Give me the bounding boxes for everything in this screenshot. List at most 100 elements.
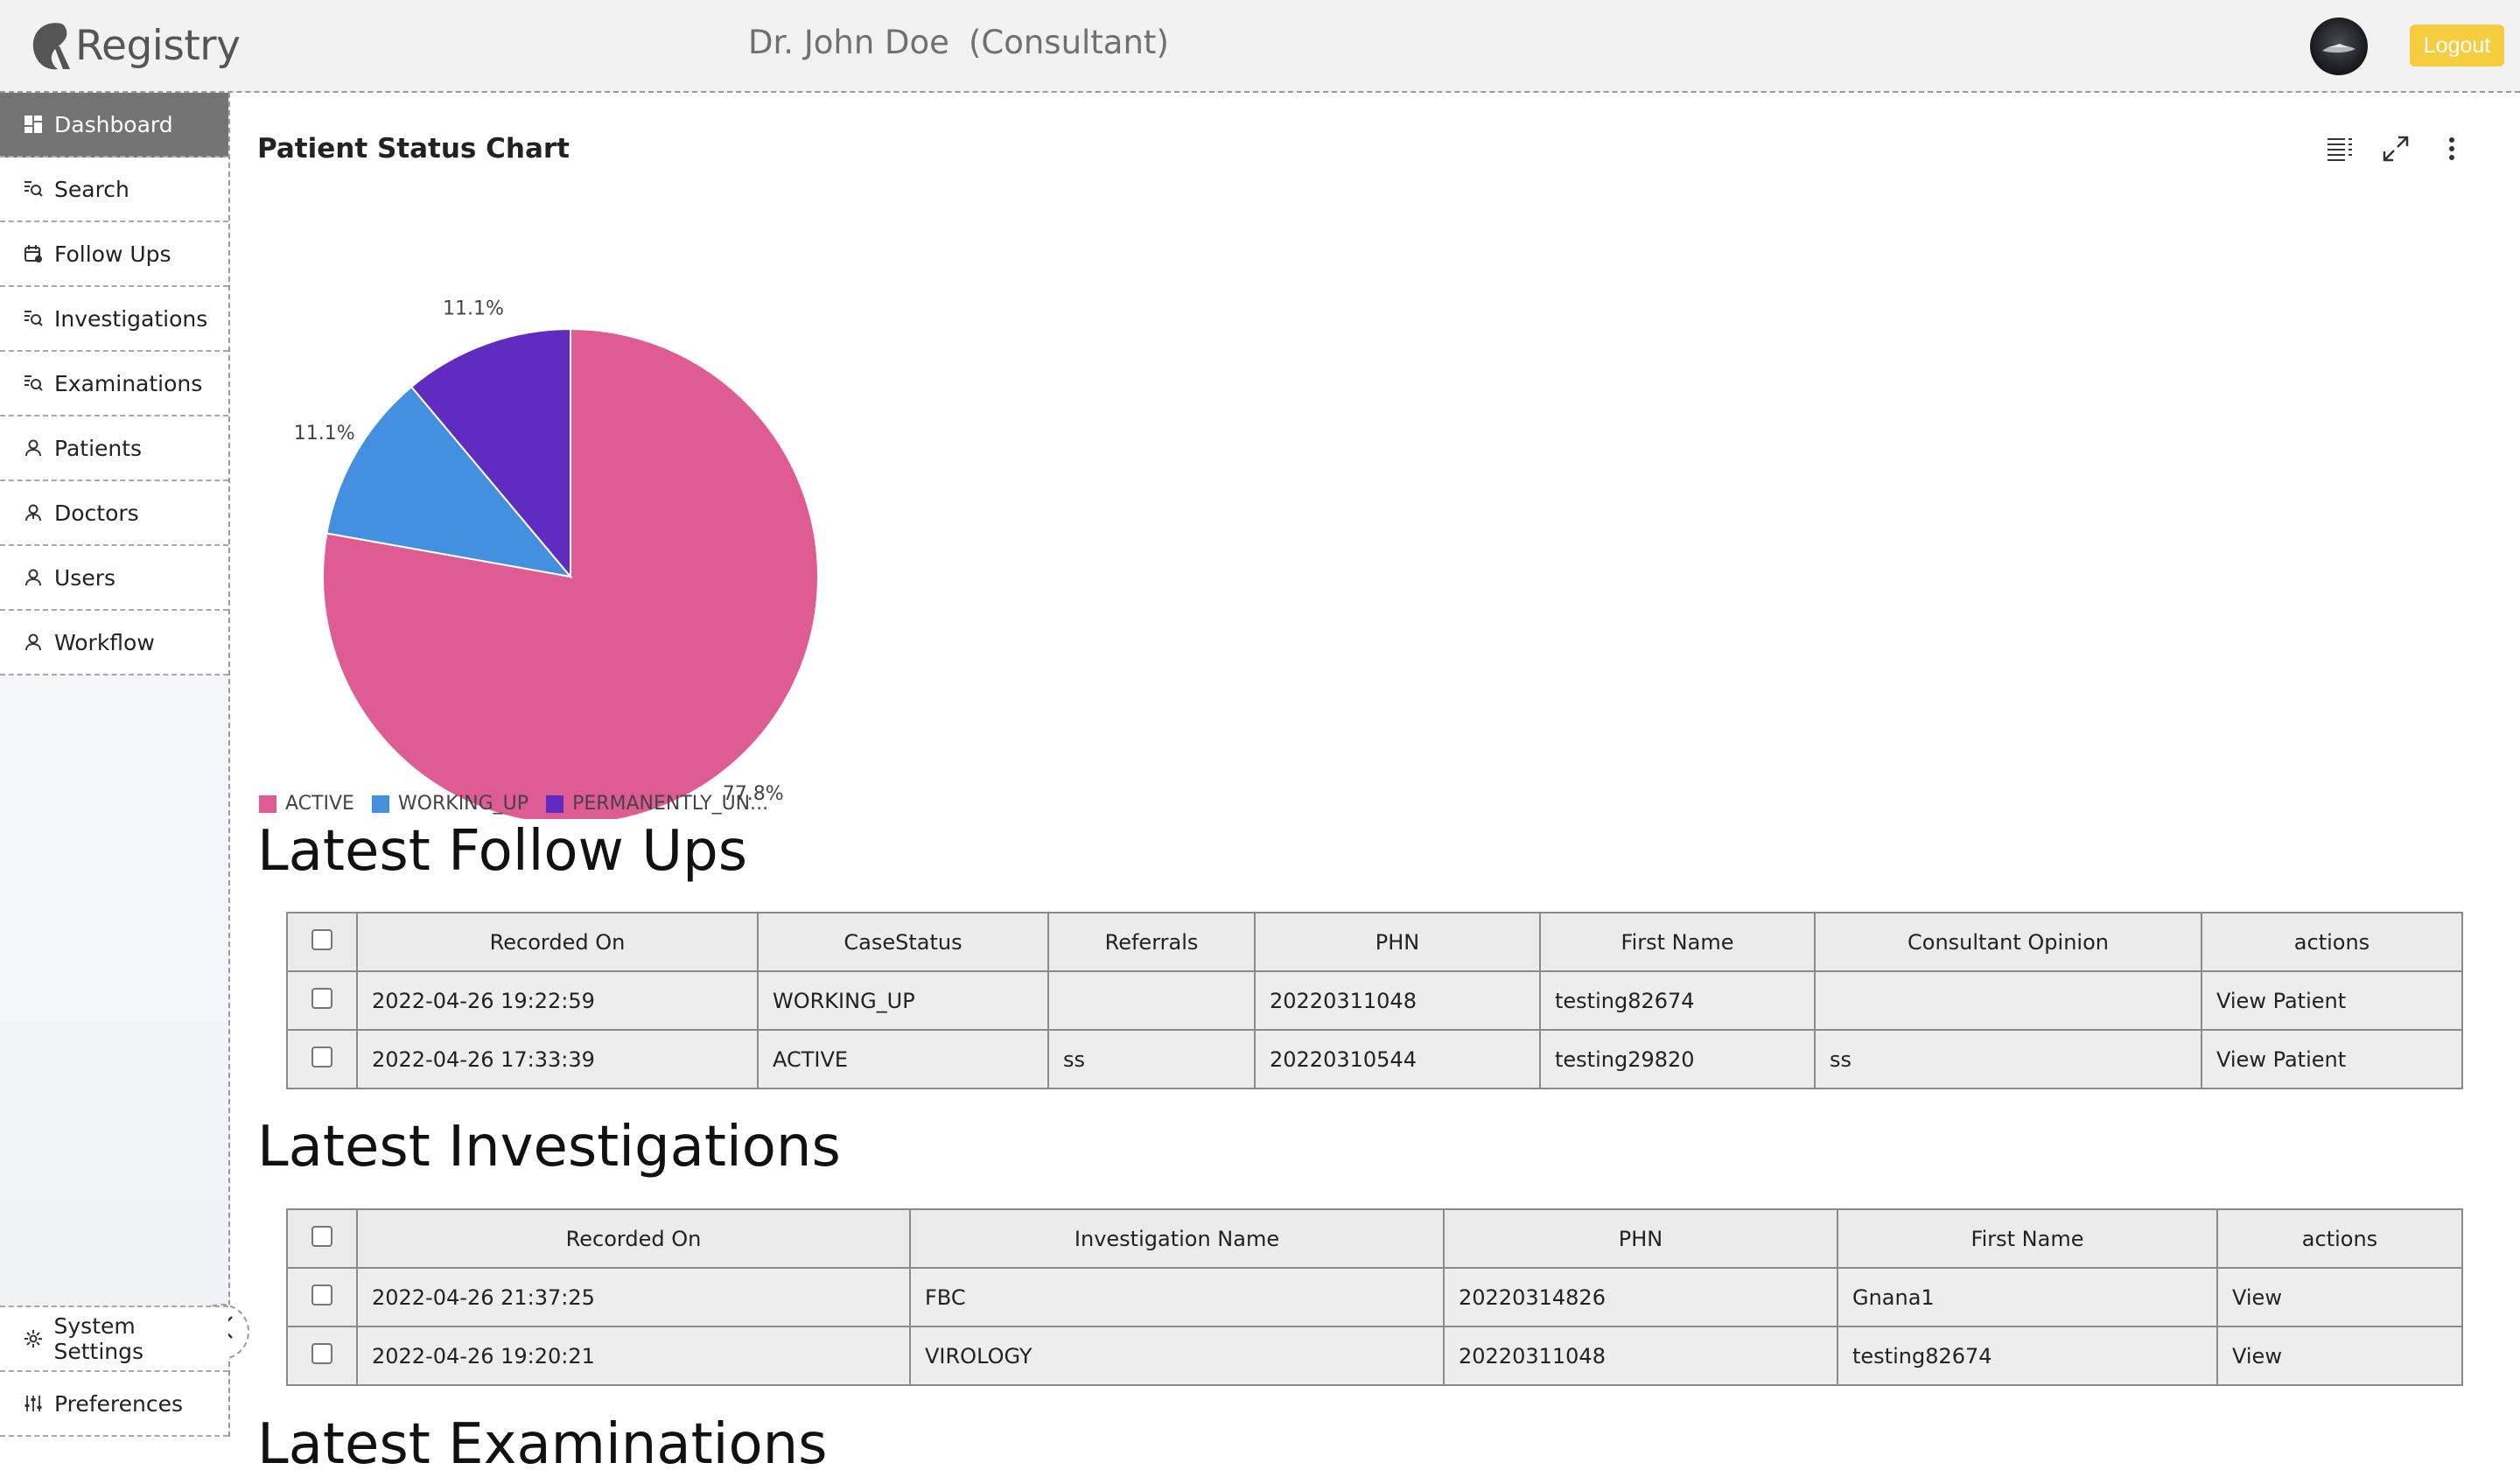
sidebar-item-follow-ups[interactable]: Follow Ups bbox=[0, 222, 228, 287]
table-row: 2022-04-26 19:22:59 WORKING_UP 202203110… bbox=[286, 970, 2463, 1031]
user-icon bbox=[23, 438, 44, 458]
avatar[interactable] bbox=[2310, 18, 2368, 75]
table-header-row: Recorded On CaseStatus Referrals PHN Fir… bbox=[286, 912, 2463, 972]
legend-label: WORKING_UP bbox=[397, 793, 529, 815]
legend-label: ACTIVE bbox=[285, 793, 354, 815]
main-content: Patient Status Chart 77.8% 11.1% 11.1% ACT… bbox=[231, 93, 2520, 1477]
cell-recorded-on: 2022-04-26 19:20:21 bbox=[356, 1326, 911, 1386]
section-title-investigations: Latest Investigations bbox=[257, 1115, 841, 1180]
section-title-follow-ups: Latest Follow Ups bbox=[257, 819, 748, 884]
column-header[interactable]: Consultant Opinion bbox=[1814, 912, 2202, 972]
cell-first-name: testing82674 bbox=[1837, 1326, 2218, 1386]
sidebar-item-examinations[interactable]: Examinations bbox=[0, 352, 228, 416]
view-patient-link[interactable]: View Patient bbox=[2201, 1029, 2463, 1089]
doctor-name: Dr. John Doe bbox=[748, 24, 949, 61]
pie-data-label: 11.1% bbox=[294, 423, 355, 444]
table-row: 2022-04-26 21:37:25 FBC 20220314826 Gnan… bbox=[286, 1267, 2463, 1327]
column-header[interactable]: Recorded On bbox=[356, 1208, 911, 1269]
current-user-info: Dr. John Doe (Consultant) bbox=[748, 24, 1169, 61]
column-header[interactable]: PHN bbox=[1443, 1208, 1838, 1269]
sidebar-item-label: Doctors bbox=[54, 500, 139, 526]
sidebar-item-dashboard[interactable]: Dashboard bbox=[0, 93, 228, 158]
gear-icon bbox=[23, 1328, 44, 1349]
sidebar-item-users[interactable]: Users bbox=[0, 546, 228, 611]
row-checkbox[interactable] bbox=[312, 987, 332, 1009]
row-checkbox[interactable] bbox=[312, 1342, 332, 1364]
row-checkbox[interactable] bbox=[312, 1284, 332, 1306]
row-select-cell bbox=[286, 1029, 358, 1089]
column-header[interactable]: Recorded On bbox=[356, 912, 759, 972]
cell-phn: 20220314826 bbox=[1443, 1267, 1838, 1327]
legend-item-active[interactable]: ACTIVE bbox=[259, 793, 354, 815]
doctor-role: (Consultant) bbox=[968, 24, 1169, 61]
sidebar-item-doctors[interactable]: Doctors bbox=[0, 481, 228, 546]
column-header[interactable]: First Name bbox=[1539, 912, 1816, 972]
more-vertical-icon[interactable] bbox=[2436, 133, 2468, 164]
sidebar-item-label: Investigations bbox=[54, 305, 208, 332]
column-header[interactable]: PHN bbox=[1254, 912, 1541, 972]
logout-button[interactable]: Logout bbox=[2410, 24, 2504, 66]
view-link[interactable]: View bbox=[2216, 1267, 2463, 1327]
cell-referrals bbox=[1047, 970, 1256, 1031]
select-all-cell bbox=[286, 1208, 358, 1269]
cell-recorded-on: 2022-04-26 21:37:25 bbox=[356, 1267, 911, 1327]
cell-investigation-name: VIROLOGY bbox=[909, 1326, 1445, 1386]
sidebar-item-workflow[interactable]: Workflow bbox=[0, 611, 228, 676]
menu-list-icon[interactable] bbox=[2324, 133, 2356, 164]
sidebar-item-label: Dashboard bbox=[54, 111, 173, 137]
table-row: 2022-04-26 17:33:39 ACTIVE ss 2022031054… bbox=[286, 1029, 2463, 1089]
view-patient-link[interactable]: View Patient bbox=[2201, 970, 2463, 1031]
sidebar-item-label: Follow Ups bbox=[54, 241, 172, 267]
kidney-logo-icon bbox=[28, 20, 75, 71]
cell-recorded-on: 2022-04-26 19:22:59 bbox=[356, 970, 759, 1031]
row-checkbox[interactable] bbox=[312, 1046, 332, 1068]
column-header[interactable]: First Name bbox=[1837, 1208, 2218, 1269]
cell-case-status: WORKING_UP bbox=[757, 970, 1049, 1031]
app-name: Registry bbox=[75, 21, 241, 70]
column-header[interactable]: Investigation Name bbox=[909, 1208, 1445, 1269]
column-header[interactable]: actions bbox=[2216, 1208, 2463, 1269]
column-header[interactable]: actions bbox=[2201, 912, 2463, 972]
sidebar-item-label: Search bbox=[54, 176, 130, 202]
cell-case-status: ACTIVE bbox=[757, 1029, 1049, 1089]
sidebar-item-label: Users bbox=[54, 564, 116, 591]
search-list-icon bbox=[23, 178, 44, 200]
cell-consultant-opinion: ss bbox=[1814, 1029, 2202, 1089]
legend-swatch bbox=[546, 794, 564, 813]
cell-recorded-on: 2022-04-26 17:33:39 bbox=[356, 1029, 759, 1089]
legend-label: PERMANENTLY_UN... bbox=[572, 793, 769, 815]
table-row: 2022-04-26 19:20:21 VIROLOGY 20220311048… bbox=[286, 1326, 2463, 1386]
select-all-checkbox[interactable] bbox=[312, 1225, 332, 1247]
legend-item-permanently[interactable]: PERMANENTLY_UN... bbox=[546, 793, 768, 815]
expand-icon[interactable] bbox=[2380, 133, 2412, 164]
search-list-icon bbox=[23, 308, 44, 329]
sidebar-item-label: System Settings bbox=[53, 1313, 144, 1364]
legend-item-working-up[interactable]: WORKING_UP bbox=[371, 793, 529, 815]
chart-legend: ACTIVE WORKING_UP PERMANENTLY_UN... bbox=[259, 793, 768, 815]
sidebar-item-search[interactable]: Search bbox=[0, 158, 228, 222]
followups-table: Recorded On CaseStatus Referrals PHN Fir… bbox=[286, 912, 2463, 1089]
investigations-table: Recorded On Investigation Name PHN First… bbox=[286, 1208, 2463, 1386]
row-select-cell bbox=[286, 1267, 358, 1327]
sidebar-item-preferences[interactable]: Preferences bbox=[0, 1372, 228, 1437]
sidebar-item-label: Workflow bbox=[54, 629, 155, 655]
app-logo[interactable]: Registry bbox=[28, 18, 241, 74]
sidebar-item-investigations[interactable]: Investigations bbox=[0, 287, 228, 352]
sidebar-item-patients[interactable]: Patients bbox=[0, 416, 228, 481]
legend-swatch bbox=[259, 794, 276, 813]
cell-investigation-name: FBC bbox=[909, 1267, 1445, 1327]
view-link[interactable]: View bbox=[2216, 1326, 2463, 1386]
pie-data-label: 11.1% bbox=[443, 298, 504, 320]
column-header[interactable]: Referrals bbox=[1047, 912, 1256, 972]
column-header[interactable]: CaseStatus bbox=[757, 912, 1049, 972]
search-list-icon bbox=[23, 373, 44, 394]
select-all-checkbox[interactable] bbox=[312, 928, 332, 950]
cell-phn: 20220311048 bbox=[1254, 970, 1541, 1031]
sidebar-item-system-settings[interactable]: System Settings bbox=[0, 1307, 228, 1372]
cell-phn: 20220311048 bbox=[1443, 1326, 1838, 1386]
chart-toolbar bbox=[2324, 133, 2468, 164]
row-select-cell bbox=[286, 1326, 358, 1386]
pie-chart: 77.8%11.1%11.1% bbox=[294, 298, 819, 819]
cell-first-name: Gnana1 bbox=[1837, 1267, 2218, 1327]
table-header-row: Recorded On Investigation Name PHN First… bbox=[286, 1208, 2463, 1269]
